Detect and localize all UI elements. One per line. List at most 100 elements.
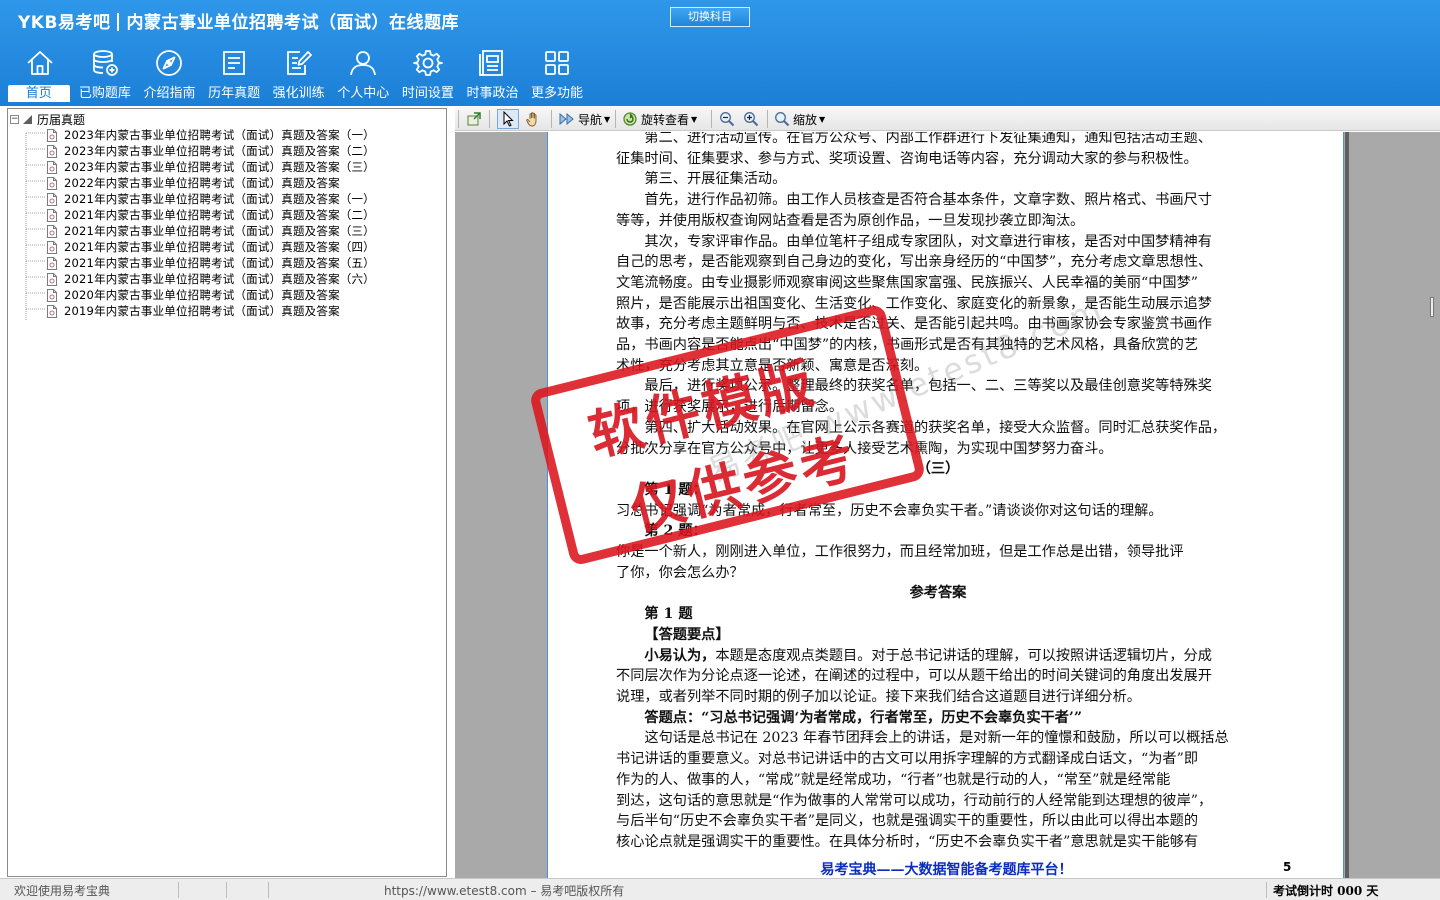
main-nav: 首页 已购题库 介绍指南 历年真题 强化训练 个人中心 时间设置 时事政治 更多…: [8, 48, 589, 104]
toolbar-divider: [489, 110, 490, 128]
document-line: 说理，或者列举不同时期的例子加以论证。接下来我们结合这道题目进行详细分析。: [616, 688, 1141, 705]
document-icon: [47, 240, 57, 254]
tree-item[interactable]: 2022年内蒙古事业单位招聘考试（面试）真题及答案: [46, 175, 375, 191]
page-shadow: [1345, 132, 1349, 878]
tree-item-label: 2023年内蒙古事业单位招聘考试（面试）真题及答案（三）: [64, 160, 375, 174]
tree-item[interactable]: 2023年内蒙古事业单位招聘考试（面试）真题及答案（二）: [46, 143, 375, 159]
document-line: 故事，充分考虑主题鲜明与否、技术是否过关、是否能引起共鸣。由书画家协会专家鉴赏书…: [616, 316, 1212, 333]
collapse-toggle-icon[interactable]: −: [10, 114, 19, 124]
export-button[interactable]: [466, 109, 482, 129]
document-viewport[interactable]: 第二、进行活动宣传。在官方公众号、内部工作群进行下发征集通知，通知包括活动主题、…: [455, 132, 1440, 878]
nav-label: 介绍指南: [143, 86, 196, 101]
document-line: 你是一个新人，刚刚进入单位，工作很努力，而且经常加班，但是工作总是出错，领导批评: [616, 544, 1184, 561]
document-line: 第 2 题：: [644, 523, 707, 540]
document-icon: [47, 128, 57, 142]
hand-tool-button[interactable]: [525, 109, 541, 129]
navigate-icon: [559, 112, 574, 126]
tree-item[interactable]: 2023年内蒙古事业单位招聘考试（面试）真题及答案（一）: [46, 127, 375, 143]
rotate-icon: [623, 112, 637, 126]
zoom-out-button[interactable]: [719, 109, 735, 129]
tree-item-label: 2021年内蒙古事业单位招聘考试（面试）真题及答案（二）: [64, 208, 375, 222]
nav-label: 时事政治: [466, 86, 519, 101]
page-number: 5: [1283, 860, 1292, 874]
tree-item[interactable]: 2023年内蒙古事业单位招聘考试（面试）真题及答案（三）: [46, 159, 375, 175]
document-line: 分批次分享在官方公众号中，让更多人接受艺术熏陶，为实现中国梦努力奋斗。: [616, 440, 1113, 457]
nav-label: 已购题库: [78, 86, 131, 101]
compass-icon: [156, 50, 183, 76]
tree-item[interactable]: 2021年内蒙古事业单位招聘考试（面试）真题及答案（三）: [46, 223, 375, 239]
nav-purchased[interactable]: 已购题库: [73, 48, 138, 104]
magnifier-icon: [775, 112, 790, 127]
zoom-label: 缩放: [793, 112, 818, 127]
switch-subject-button[interactable]: 切换科目: [670, 7, 750, 27]
tree-item-label: 2020年内蒙古事业单位招聘考试（面试）真题及答案: [64, 288, 340, 302]
select-tool-button[interactable]: [497, 109, 519, 129]
document-line: 第三、开展征集活动。: [644, 171, 787, 188]
gear-icon: [412, 50, 443, 76]
scroll-marker[interactable]: [1430, 297, 1434, 317]
tree-item[interactable]: 2019年内蒙古事业单位招聘考试（面试）真题及答案: [46, 303, 375, 319]
document-line: 征集时间、征集要求、参与方式、奖项设置、咨询电话等内容，充分调动大家的参与积极性…: [616, 150, 1198, 167]
chevron-down-icon: ▼: [604, 114, 611, 124]
nav-profile[interactable]: 个人中心: [331, 48, 396, 104]
zoom-out-icon: [720, 112, 735, 127]
tree-item-label: 2019年内蒙古事业单位招聘考试（面试）真题及答案: [64, 304, 340, 318]
document-icon: [47, 176, 57, 190]
tree-root-node[interactable]: − 历届真题: [10, 111, 85, 127]
document-icon: [47, 208, 57, 222]
document-list-icon: [223, 51, 245, 75]
document-line: 习总书记强调“为者常成，行者常至，历史不会辜负实干者。”请谈谈你对这句话的理解。: [616, 502, 1163, 519]
tree-item-label: 2021年内蒙古事业单位招聘考试（面试）真题及答案（六）: [64, 272, 375, 286]
nav-more[interactable]: 更多功能: [525, 48, 590, 104]
lead-in: 小易认为，: [644, 647, 716, 664]
document-icon: [47, 304, 57, 318]
line-text: 本题是态度观点类题目。对于总书记讲话的理解，可以按照讲话逻辑切片，分成: [715, 647, 1212, 664]
edit-document-icon: [286, 51, 312, 75]
app-header: YKB易考吧 内蒙古事业单位招聘考试（面试）在线题库 切换科目 首页 已购题库 介…: [0, 0, 1440, 106]
tree-item[interactable]: 2021年内蒙古事业单位招聘考试（面试）真题及答案（二）: [46, 207, 375, 223]
nav-label: 强化训练: [272, 86, 325, 101]
document-line: 照片，是否能展示出祖国变化、生活变化、工作变化、家庭变化的新景象，是否能生动展示…: [616, 295, 1212, 312]
news-icon: [479, 50, 504, 76]
home-icon: [27, 51, 53, 75]
nav-current-affairs[interactable]: 时事政治: [460, 48, 525, 104]
document-line: 【答题要点】: [644, 626, 730, 643]
zoom-in-button[interactable]: [743, 109, 759, 129]
nav-training[interactable]: 强化训练: [266, 48, 331, 104]
nav-guide[interactable]: 介绍指南: [137, 48, 202, 104]
document-icon: [47, 224, 57, 238]
document-line: 作为的人、做事的人，“常成”就是经常成功，“行者”也就是行动的人，“常至”就是经…: [616, 771, 1171, 788]
navigate-dropdown[interactable]: 导航 ▼: [559, 109, 610, 129]
document-line: 等等，并使用版权查询网站查看是否为原创作品，一旦发现抄袭立即淘汰。: [616, 212, 1085, 229]
document-icon: [47, 272, 57, 286]
tree-item-label: 2023年内蒙古事业单位招聘考试（面试）真题及答案（一）: [64, 128, 375, 142]
tree-item[interactable]: 2020年内蒙古事业单位招聘考试（面试）真题及答案: [46, 287, 375, 303]
copyright-text: https://www.etest8.com – 易考吧版权所有: [384, 884, 625, 898]
document-icon: [47, 288, 57, 302]
nav-label: 时间设置: [401, 86, 454, 101]
database-icon: [92, 50, 118, 76]
rotate-dropdown[interactable]: 旋转查看 ▼: [622, 109, 697, 129]
grid-icon: [545, 51, 569, 75]
tree-items: 2023年内蒙古事业单位招聘考试（面试）真题及答案（一） 2023年内蒙古事业单位…: [46, 127, 375, 319]
zoom-dropdown[interactable]: 缩放 ▼: [774, 109, 825, 129]
papers-tree-panel: − 历届真题 2023年内蒙古事业单位招聘考试（面试）真题及答案（一） 2023年…: [7, 108, 447, 877]
nav-home[interactable]: 首页: [8, 48, 73, 104]
tree-item[interactable]: 2021年内蒙古事业单位招聘考试（面试）真题及答案（六）: [46, 271, 375, 287]
viewer-toolbar: 导航 ▼ 旋转查看 ▼ 缩放 ▼: [455, 107, 1440, 131]
document-line: 参考答案: [909, 585, 967, 602]
document-line: 不同层次作为分论点逐一论述，在阐述的过程中，可以从题干给出的时间关键词的角度出发…: [616, 668, 1212, 685]
nav-past-papers[interactable]: 历年真题: [202, 48, 267, 104]
nav-time-settings[interactable]: 时间设置: [396, 48, 461, 104]
document-icon: [47, 144, 57, 158]
toolbar-grip: [458, 110, 459, 128]
document-line: 与后半句“历史不会辜负实干者”是同义，也就是强调实干的重要性，所以由此可以得出本…: [616, 813, 1199, 830]
status-divider: [1266, 882, 1267, 898]
tree-item-label: 2021年内蒙古事业单位招聘考试（面试）真题及答案（五）: [64, 256, 375, 270]
tree-item[interactable]: 2021年内蒙古事业单位招聘考试（面试）真题及答案（一）: [46, 191, 375, 207]
document-line: 品，书画内容是否能点出“中国梦”的内核，书画形式是否有其独特的艺术风格，具备欣赏…: [616, 337, 1199, 354]
document-line: 其次，专家评审作品。由单位笔杆子组成专家团队，对文章进行审核，是否对中国梦精神有: [644, 233, 1212, 250]
tree-item[interactable]: 2021年内蒙古事业单位招聘考试（面试）真题及答案（五）: [46, 255, 375, 271]
tree-item[interactable]: 2021年内蒙古事业单位招聘考试（面试）真题及答案（四）: [46, 239, 375, 255]
user-icon: [350, 51, 377, 76]
